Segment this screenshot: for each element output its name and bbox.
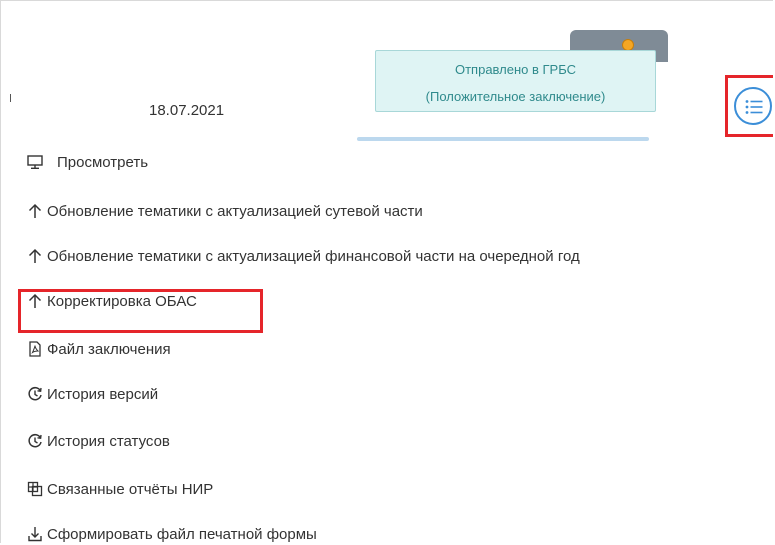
menu-item-label: Связанные отчёты НИР [47, 480, 214, 498]
pdf-file-icon [27, 341, 43, 357]
download-icon [27, 526, 43, 542]
screenshot-frame: 18.07.2021 Отправлено в ГРБС (Положитель… [0, 0, 773, 543]
menu-item-version-history[interactable]: История версий [27, 381, 158, 407]
menu-item-conclusion-file[interactable]: Файл заключения [27, 336, 171, 362]
menu-item-update-content[interactable]: Обновление тематики с актуализацией суте… [27, 198, 423, 224]
status-line-2: (Положительное заключение) [425, 89, 606, 104]
menu-item-label: Сформировать файл печатной формы [47, 525, 317, 543]
menu-item-label: Обновление тематики с актуализацией суте… [47, 202, 423, 220]
status-badge: Отправлено в ГРБС (Положительное заключе… [375, 50, 656, 112]
menu-item-label: Просмотреть [57, 153, 149, 171]
linked-copy-icon [27, 481, 43, 497]
menu-item-label: Файл заключения [47, 340, 171, 358]
row-date: 18.07.2021 [149, 102, 225, 119]
menu-item-status-history[interactable]: История статусов [27, 428, 170, 454]
list-menu-icon [745, 100, 763, 114]
highlight-box [18, 289, 263, 333]
menu-item-print-form[interactable]: Сформировать файл печатной формы [27, 521, 317, 543]
history-icon [27, 386, 43, 402]
history-icon [27, 433, 43, 449]
arrow-up-icon [27, 203, 43, 219]
row-actions-menu-button[interactable] [734, 87, 772, 125]
menu-item-view[interactable]: Просмотреть [27, 149, 148, 175]
menu-item-label: Обновление тематики с актуализацией фина… [47, 247, 580, 265]
menu-item-label: История версий [47, 385, 159, 403]
monitor-icon [27, 154, 43, 170]
row-divider [10, 94, 11, 102]
arrow-up-icon [27, 248, 43, 264]
row-actions-dropdown: Просмотреть Обновление тематики с актуал… [1, 141, 773, 543]
menu-item-update-finance[interactable]: Обновление тематики с актуализацией фина… [27, 243, 580, 269]
status-line-1: Отправлено в ГРБС [454, 62, 576, 77]
menu-item-linked-reports[interactable]: Связанные отчёты НИР [27, 476, 213, 502]
menu-item-label: История статусов [47, 432, 170, 450]
table-row: 18.07.2021 Отправлено в ГРБС (Положитель… [1, 1, 773, 141]
